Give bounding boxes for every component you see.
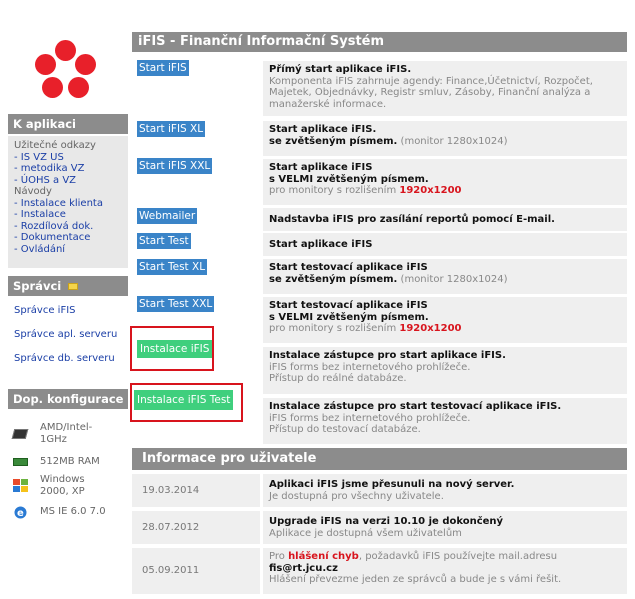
nav-link[interactable]: - Ovládání xyxy=(14,244,122,256)
desc-start-test-xl: Start testovací aplikace iFIS se zvětšen… xyxy=(263,259,627,294)
svg-text:e: e xyxy=(17,508,24,519)
nav-link[interactable]: - Dokumentace xyxy=(14,232,122,244)
desc-test-xl-sub: se zvětšeným písmem. xyxy=(269,273,398,285)
start-test-button[interactable]: Start Test xyxy=(137,233,191,249)
desc-install-l2: iFIS forms bez internetového prohlížeče. xyxy=(269,361,471,373)
desc-xl-sub: se zvětšeným písmem. xyxy=(269,135,398,147)
desc-install-test-l2: iFIS forms bez internetového prohlížeče. xyxy=(269,412,471,424)
desc-xl-title: Start aplikace iFIS. xyxy=(269,124,377,135)
info-text-1: Aplikaci iFIS jsme přesunuli na nový ser… xyxy=(263,474,627,507)
install-ifis-test-button[interactable]: Instalace iFIS Test xyxy=(134,390,234,410)
desc-install: Instalace zástupce pro start aplikace iF… xyxy=(263,347,627,394)
info-body-1: Je dostupná pro všechny uživatele. xyxy=(269,490,444,502)
info-text-3: Pro hlášení chyb, požadavků iFIS používe… xyxy=(263,548,627,594)
info-body-2: Aplikace je dostupná všem uživatelům xyxy=(269,527,462,539)
start-test-xxl-button[interactable]: Start Test XXL xyxy=(137,296,215,312)
desc-test-xxl-mon: pro monitory s rozlišením xyxy=(269,323,397,334)
desc-start-ifis: Přímý start aplikace iFIS. Komponenta iF… xyxy=(263,61,627,116)
desc-xxl-sub: s VELMI zvětšeným písmem. xyxy=(269,173,429,185)
desc-install-test-l3: Přístup do testovací databáze. xyxy=(269,424,421,435)
desc-test-xxl-res: 1920x1200 xyxy=(399,323,462,334)
desc-test-xxl-sub: s VELMI zvětšeným písmem. xyxy=(269,311,429,323)
config-cpu-text: AMD/Intel- 1GHz xyxy=(40,422,93,445)
page-title: iFIS - Finanční Informační Systém xyxy=(132,32,627,52)
install-ifis-button[interactable]: Instalace iFIS xyxy=(137,340,213,358)
desc-test-xl-mon: (monitor 1280x1024) xyxy=(400,273,508,285)
app-links-box: Užitečné odkazy - IS VZ US - metodika VZ - … xyxy=(8,136,128,268)
config-header: Dop. konfigurace xyxy=(8,389,128,409)
admins-header-label: Správci xyxy=(13,279,62,293)
info-date-3: 05.09.2011 xyxy=(132,548,260,594)
admin-link-db-server[interactable]: Správce db. serveru xyxy=(14,353,115,364)
desc-start-test-xxl: Start testovací aplikace iFIS s VELMI zv… xyxy=(263,297,627,343)
logo xyxy=(34,40,98,104)
info-header: Informace pro uživatele xyxy=(132,448,627,470)
webmailer-button[interactable]: Webmailer xyxy=(137,208,198,224)
admin-link-app-server[interactable]: Správce apl. serveru xyxy=(14,329,117,340)
start-ifis-xxl-button[interactable]: Start iFIS XXL xyxy=(137,158,213,174)
cpu-icon xyxy=(11,427,29,441)
app-links-header: K aplikaci xyxy=(8,114,128,134)
config-os-text: Windows 2000, XP xyxy=(40,474,85,497)
info-date-2: 28.07.2012 xyxy=(132,511,260,544)
nav-link[interactable]: - ÚOHS a VZ xyxy=(14,175,122,187)
desc-xxl-title: Start aplikace iFIS xyxy=(269,162,373,173)
start-test-xl-button[interactable]: Start Test XL xyxy=(137,259,208,275)
config-cpu: AMD/Intel- 1GHz xyxy=(11,422,100,446)
desc-install-l3: Přístup do reálné databáze. xyxy=(269,373,407,384)
ie-icon: e xyxy=(12,505,28,519)
info-body-3: Hlášení převezme jeden ze správců a bude… xyxy=(269,574,562,585)
config-ram-text: 512MB RAM xyxy=(40,456,100,467)
info-mid-3: , požadavků iFIS používejte mail.adresu xyxy=(358,551,558,562)
nav-link[interactable]: - IS VZ US xyxy=(14,152,122,164)
support-email-link[interactable]: fis@rt.jcu.cz xyxy=(269,563,621,575)
config-browser: e MS IE 6.0 7.0 xyxy=(12,505,106,519)
windows-icon xyxy=(12,479,28,493)
desc-xxl-res: 1920x1200 xyxy=(399,185,462,196)
desc-install-test: Instalace zástupce pro start testovací a… xyxy=(263,398,627,444)
mail-icon xyxy=(68,283,79,290)
admins-header: Správci xyxy=(8,276,128,296)
desc-start-ifis-title: Přímý start aplikace iFIS. xyxy=(269,64,412,75)
config-browser-text: MS IE 6.0 7.0 xyxy=(40,506,106,517)
desc-start-test-title: Start aplikace iFIS xyxy=(269,239,373,250)
desc-start-ifis-xxl: Start aplikace iFIS s VELMI zvětšeným pí… xyxy=(263,159,627,205)
desc-install-test-title: Instalace zástupce pro start testovací a… xyxy=(269,401,562,412)
nav-label: Užitečné odkazy xyxy=(14,140,96,151)
info-text-2: Upgrade iFIS na verzi 10.10 je dokončený… xyxy=(263,511,627,544)
info-title-2: Upgrade iFIS na verzi 10.10 je dokončený xyxy=(269,516,504,527)
start-ifis-button[interactable]: Start iFIS xyxy=(137,60,189,76)
config-ram: 512MB RAM xyxy=(12,455,100,469)
info-title-1: Aplikaci iFIS jsme přesunuli na nový ser… xyxy=(269,479,515,490)
memory-icon xyxy=(12,455,28,469)
desc-webmailer-title: Nadstavba iFIS pro zasílání reportů pomo… xyxy=(269,214,555,225)
desc-webmailer: Nadstavba iFIS pro zasílání reportů pomo… xyxy=(263,208,627,231)
start-ifis-xl-button[interactable]: Start iFIS XL xyxy=(137,121,206,137)
info-date-1: 19.03.2014 xyxy=(132,474,260,507)
desc-start-ifis-text: Komponenta iFIS zahrnuje agendy: Finance… xyxy=(269,75,593,110)
nav-link[interactable]: - Instalace klienta xyxy=(14,198,122,210)
nav-list: Užitečné odkazy - IS VZ US - metodika VZ - … xyxy=(8,136,128,259)
nav-label: Návody xyxy=(14,186,52,197)
nav-link[interactable]: - Instalace xyxy=(14,209,122,221)
admin-link-ifis[interactable]: Správce iFIS xyxy=(14,305,76,316)
desc-test-xl-title: Start testovací aplikace iFIS xyxy=(269,262,428,273)
bug-report-link[interactable]: hlášení chyb xyxy=(288,551,359,562)
desc-test-xxl-title: Start testovací aplikace iFIS xyxy=(269,300,428,311)
desc-xxl-mon: pro monitory s rozlišením xyxy=(269,185,397,196)
nav-link[interactable]: - metodika VZ xyxy=(14,163,122,175)
desc-xl-mon: (monitor 1280x1024) xyxy=(400,135,508,147)
desc-start-ifis-xl: Start aplikace iFIS. se zvětšeným písmem… xyxy=(263,121,627,156)
config-os: Windows 2000, XP xyxy=(12,474,100,498)
desc-install-title: Instalace zástupce pro start aplikace iF… xyxy=(269,350,506,361)
info-pre-3: Pro xyxy=(269,551,285,562)
nav-link[interactable]: - Rozdílová dok. xyxy=(14,221,122,233)
desc-start-test: Start aplikace iFIS xyxy=(263,233,627,256)
